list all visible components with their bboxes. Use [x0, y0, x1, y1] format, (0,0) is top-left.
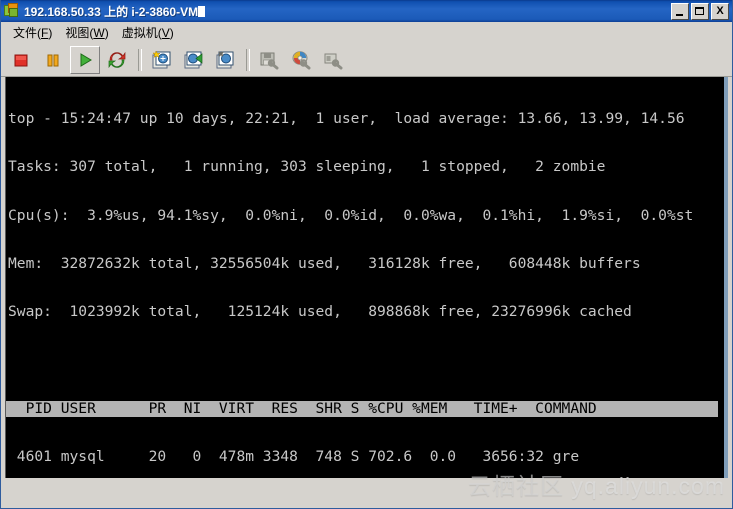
snapshot-new-icon — [152, 49, 171, 68]
play-button[interactable] — [70, 45, 100, 74]
menu-file[interactable]: 文件(F) — [9, 22, 61, 43]
vm-console-window: 192.168.50.33 上的 i-2-3860-VM X 文件(F) 视图(… — [0, 0, 733, 509]
cpu-summary-line: Cpu(s): 3.9%us, 94.1%sy, 0.0%ni, 0.0%id,… — [8, 206, 694, 224]
toolbar — [1, 43, 732, 77]
menu-virtual-machine-label: 虚拟机 — [121, 25, 158, 40]
restart-icon — [108, 51, 126, 68]
title-cursor — [198, 5, 206, 17]
table-row[interactable]: 4601 mysql 20 0 478m 3348 748 S 702.6 0.… — [6, 449, 726, 465]
process-table-header: PID USER PR NI VIRT RES SHR S %CPU %MEM … — [6, 400, 718, 417]
minimize-button[interactable] — [671, 2, 689, 20]
manage-snapshots-button[interactable] — [210, 46, 240, 74]
menu-view-mnemonic: W — [93, 25, 105, 40]
vm-console-icon — [4, 3, 20, 19]
minimize-icon — [676, 13, 683, 16]
floppy-button[interactable] — [254, 46, 284, 74]
snapshot-manager-icon — [216, 51, 234, 68]
swap-summary-line: Swap: 1023992k total, 125124k used, 8988… — [8, 303, 632, 321]
cdrom-settings-icon — [292, 50, 311, 69]
reset-button[interactable] — [102, 46, 132, 74]
menu-view[interactable]: 视图(W) — [61, 22, 117, 43]
usb-button[interactable] — [318, 46, 348, 74]
tasks-summary-line: Tasks: 307 total, 1 running, 303 sleepin… — [8, 158, 606, 176]
vm-screen-area: top - 15:24:47 up 10 days, 22:21, 1 user… — [1, 77, 732, 508]
menu-file-label: 文件 — [13, 25, 38, 40]
floppy-settings-icon — [260, 52, 279, 69]
menu-virtual-machine[interactable]: 虚拟机(V) — [118, 22, 183, 43]
pause-button[interactable] — [38, 46, 68, 74]
toolbar-separator-1 — [138, 48, 142, 71]
close-icon: X — [716, 4, 724, 17]
top-summary-line: top - 15:24:47 up 10 days, 22:21, 1 user… — [8, 110, 685, 128]
snapshot-revert-icon — [184, 51, 203, 68]
pause-icon — [47, 54, 59, 66]
revert-snapshot-button[interactable] — [178, 46, 208, 74]
cdrom-button[interactable] — [286, 46, 316, 74]
toolbar-separator-2 — [246, 48, 250, 71]
title-bar[interactable]: 192.168.50.33 上的 i-2-3860-VM X — [1, 0, 732, 22]
window-controls: X — [671, 2, 730, 20]
maximize-button[interactable] — [691, 2, 709, 20]
terminal-screen[interactable]: top - 15:24:47 up 10 days, 22:21, 1 user… — [5, 77, 726, 478]
status-bar — [1, 478, 732, 508]
play-icon — [80, 52, 92, 67]
close-button[interactable]: X — [711, 2, 729, 20]
mem-summary-line: Mem: 32872632k total, 32556504k used, 31… — [8, 255, 641, 273]
menu-bar: 文件(F) 视图(W) 虚拟机(V) — [1, 22, 732, 43]
menu-file-mnemonic: F — [41, 25, 49, 40]
maximize-icon — [695, 6, 704, 15]
vm-screen-right-edge — [724, 77, 728, 478]
stop-button[interactable] — [6, 46, 36, 74]
window-title-text: 192.168.50.33 上的 i-2-3860-VM — [24, 4, 199, 19]
usb-settings-icon — [324, 53, 343, 69]
menu-view-label: 视图 — [65, 25, 90, 40]
window-title: 192.168.50.33 上的 i-2-3860-VM — [24, 3, 671, 20]
menu-virtual-machine-mnemonic: V — [161, 25, 170, 40]
take-snapshot-button[interactable] — [146, 46, 176, 74]
stop-icon — [14, 54, 28, 66]
